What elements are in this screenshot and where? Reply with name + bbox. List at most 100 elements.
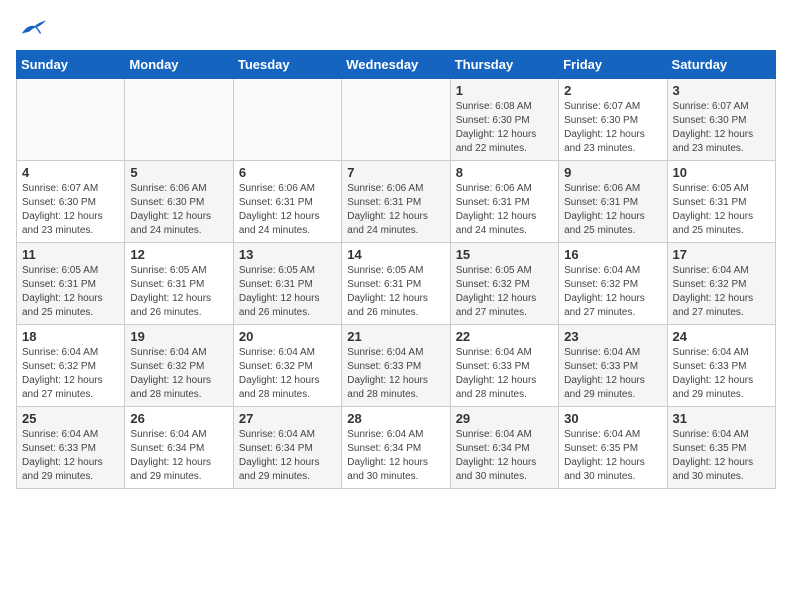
day-number: 8	[456, 165, 553, 180]
calendar-day-cell	[125, 79, 233, 161]
day-number: 24	[673, 329, 770, 344]
day-info: Sunrise: 6:06 AM Sunset: 6:31 PM Dayligh…	[564, 182, 661, 238]
day-number: 16	[564, 247, 661, 262]
day-number: 26	[130, 411, 227, 426]
day-number: 13	[239, 247, 336, 262]
logo	[16, 16, 50, 38]
calendar-day-header: Monday	[125, 51, 233, 79]
calendar-week-row: 4Sunrise: 6:07 AM Sunset: 6:30 PM Daylig…	[17, 161, 776, 243]
calendar-day-cell: 31 Sunrise: 6:04 AM Sunset: 6:35 PM Dayli…	[667, 407, 775, 489]
calendar-week-row: 25 Sunrise: 6:04 AM Sunset: 6:33 PM Dayli…	[17, 407, 776, 489]
calendar-day-cell: 21 Sunrise: 6:04 AM Sunset: 6:33 PM Dayli…	[342, 325, 450, 407]
calendar-header-row: SundayMondayTuesdayWednesdayThursdayFrid…	[17, 51, 776, 79]
calendar-day-cell: 12Sunrise: 6:05 AM Sunset: 6:31 PM Dayli…	[125, 243, 233, 325]
calendar-day-cell: 10 Sunrise: 6:05 AM Sunset: 6:31 PM Dayli…	[667, 161, 775, 243]
day-info: Sunrise: 6:04 AM Sunset: 6:34 PM Dayligh…	[239, 428, 336, 484]
day-number: 20	[239, 329, 336, 344]
day-number: 30	[564, 411, 661, 426]
day-number: 6	[239, 165, 336, 180]
day-number: 5	[130, 165, 227, 180]
calendar-day-cell: 13 Sunrise: 6:05 AM Sunset: 6:31 PM Dayli…	[233, 243, 341, 325]
day-info: Sunrise: 6:05 AM Sunset: 6:31 PM Dayligh…	[22, 264, 119, 320]
calendar-week-row: 11 Sunrise: 6:05 AM Sunset: 6:31 PM Dayli…	[17, 243, 776, 325]
day-number: 17	[673, 247, 770, 262]
calendar-table: SundayMondayTuesdayWednesdayThursdayFrid…	[16, 50, 776, 489]
day-number: 28	[347, 411, 444, 426]
calendar-day-cell: 24Sunrise: 6:04 AM Sunset: 6:33 PM Dayli…	[667, 325, 775, 407]
page-header	[16, 16, 776, 38]
calendar-day-header: Friday	[559, 51, 667, 79]
calendar-day-cell: 30 Sunrise: 6:04 AM Sunset: 6:35 PM Dayli…	[559, 407, 667, 489]
day-info: Sunrise: 6:04 AM Sunset: 6:35 PM Dayligh…	[673, 428, 770, 484]
day-info: Sunrise: 6:06 AM Sunset: 6:31 PM Dayligh…	[347, 182, 444, 238]
day-number: 22	[456, 329, 553, 344]
calendar-day-cell	[233, 79, 341, 161]
calendar-day-cell: 1Sunrise: 6:08 AM Sunset: 6:30 PM Daylig…	[450, 79, 558, 161]
calendar-day-cell: 4Sunrise: 6:07 AM Sunset: 6:30 PM Daylig…	[17, 161, 125, 243]
calendar-day-cell: 11 Sunrise: 6:05 AM Sunset: 6:31 PM Dayli…	[17, 243, 125, 325]
logo-bird-icon	[20, 16, 48, 38]
calendar-day-cell: 27 Sunrise: 6:04 AM Sunset: 6:34 PM Dayli…	[233, 407, 341, 489]
day-info: Sunrise: 6:05 AM Sunset: 6:31 PM Dayligh…	[239, 264, 336, 320]
day-info: Sunrise: 6:04 AM Sunset: 6:32 PM Dayligh…	[239, 346, 336, 402]
calendar-day-cell: 22 Sunrise: 6:04 AM Sunset: 6:33 PM Dayli…	[450, 325, 558, 407]
calendar-day-cell: 9 Sunrise: 6:06 AM Sunset: 6:31 PM Daylig…	[559, 161, 667, 243]
calendar-day-cell: 5 Sunrise: 6:06 AM Sunset: 6:30 PM Daylig…	[125, 161, 233, 243]
day-number: 27	[239, 411, 336, 426]
calendar-day-cell	[342, 79, 450, 161]
day-number: 12	[130, 247, 227, 262]
calendar-day-cell: 18Sunrise: 6:04 AM Sunset: 6:32 PM Dayli…	[17, 325, 125, 407]
calendar-day-cell: 7Sunrise: 6:06 AM Sunset: 6:31 PM Daylig…	[342, 161, 450, 243]
day-number: 25	[22, 411, 119, 426]
calendar-day-cell: 25 Sunrise: 6:04 AM Sunset: 6:33 PM Dayli…	[17, 407, 125, 489]
calendar-day-cell: 19 Sunrise: 6:04 AM Sunset: 6:32 PM Dayli…	[125, 325, 233, 407]
calendar-day-header: Tuesday	[233, 51, 341, 79]
calendar-day-cell: 28 Sunrise: 6:04 AM Sunset: 6:34 PM Dayli…	[342, 407, 450, 489]
calendar-day-cell: 20 Sunrise: 6:04 AM Sunset: 6:32 PM Dayli…	[233, 325, 341, 407]
day-number: 29	[456, 411, 553, 426]
calendar-day-header: Saturday	[667, 51, 775, 79]
calendar-day-cell: 2 Sunrise: 6:07 AM Sunset: 6:30 PM Daylig…	[559, 79, 667, 161]
day-number: 14	[347, 247, 444, 262]
day-number: 31	[673, 411, 770, 426]
day-info: Sunrise: 6:06 AM Sunset: 6:30 PM Dayligh…	[130, 182, 227, 238]
calendar-day-cell: 23 Sunrise: 6:04 AM Sunset: 6:33 PM Dayli…	[559, 325, 667, 407]
day-number: 1	[456, 83, 553, 98]
day-info: Sunrise: 6:04 AM Sunset: 6:33 PM Dayligh…	[22, 428, 119, 484]
calendar-day-cell: 14 Sunrise: 6:05 AM Sunset: 6:31 PM Dayli…	[342, 243, 450, 325]
day-info: Sunrise: 6:04 AM Sunset: 6:32 PM Dayligh…	[130, 346, 227, 402]
day-number: 10	[673, 165, 770, 180]
day-number: 9	[564, 165, 661, 180]
day-number: 21	[347, 329, 444, 344]
day-info: Sunrise: 6:04 AM Sunset: 6:33 PM Dayligh…	[564, 346, 661, 402]
day-number: 11	[22, 247, 119, 262]
calendar-day-cell: 26 Sunrise: 6:04 AM Sunset: 6:34 PM Dayli…	[125, 407, 233, 489]
day-number: 2	[564, 83, 661, 98]
day-info: Sunrise: 6:04 AM Sunset: 6:35 PM Dayligh…	[564, 428, 661, 484]
calendar-day-cell: 3Sunrise: 6:07 AM Sunset: 6:30 PM Daylig…	[667, 79, 775, 161]
calendar-day-header: Sunday	[17, 51, 125, 79]
calendar-day-header: Wednesday	[342, 51, 450, 79]
day-info: Sunrise: 6:04 AM Sunset: 6:32 PM Dayligh…	[673, 264, 770, 320]
calendar-day-cell: 6 Sunrise: 6:06 AM Sunset: 6:31 PM Daylig…	[233, 161, 341, 243]
day-number: 15	[456, 247, 553, 262]
day-info: Sunrise: 6:05 AM Sunset: 6:31 PM Dayligh…	[347, 264, 444, 320]
day-info: Sunrise: 6:04 AM Sunset: 6:34 PM Dayligh…	[130, 428, 227, 484]
calendar-day-cell	[17, 79, 125, 161]
day-info: Sunrise: 6:07 AM Sunset: 6:30 PM Dayligh…	[564, 100, 661, 156]
day-info: Sunrise: 6:04 AM Sunset: 6:34 PM Dayligh…	[347, 428, 444, 484]
day-info: Sunrise: 6:06 AM Sunset: 6:31 PM Dayligh…	[239, 182, 336, 238]
day-number: 19	[130, 329, 227, 344]
calendar-day-header: Thursday	[450, 51, 558, 79]
day-info: Sunrise: 6:05 AM Sunset: 6:32 PM Dayligh…	[456, 264, 553, 320]
calendar-day-cell: 8Sunrise: 6:06 AM Sunset: 6:31 PM Daylig…	[450, 161, 558, 243]
day-info: Sunrise: 6:04 AM Sunset: 6:33 PM Dayligh…	[347, 346, 444, 402]
day-info: Sunrise: 6:04 AM Sunset: 6:34 PM Dayligh…	[456, 428, 553, 484]
day-info: Sunrise: 6:05 AM Sunset: 6:31 PM Dayligh…	[673, 182, 770, 238]
day-number: 18	[22, 329, 119, 344]
day-info: Sunrise: 6:04 AM Sunset: 6:33 PM Dayligh…	[456, 346, 553, 402]
calendar-day-cell: 29 Sunrise: 6:04 AM Sunset: 6:34 PM Dayli…	[450, 407, 558, 489]
day-number: 23	[564, 329, 661, 344]
day-number: 4	[22, 165, 119, 180]
day-info: Sunrise: 6:07 AM Sunset: 6:30 PM Dayligh…	[673, 100, 770, 156]
